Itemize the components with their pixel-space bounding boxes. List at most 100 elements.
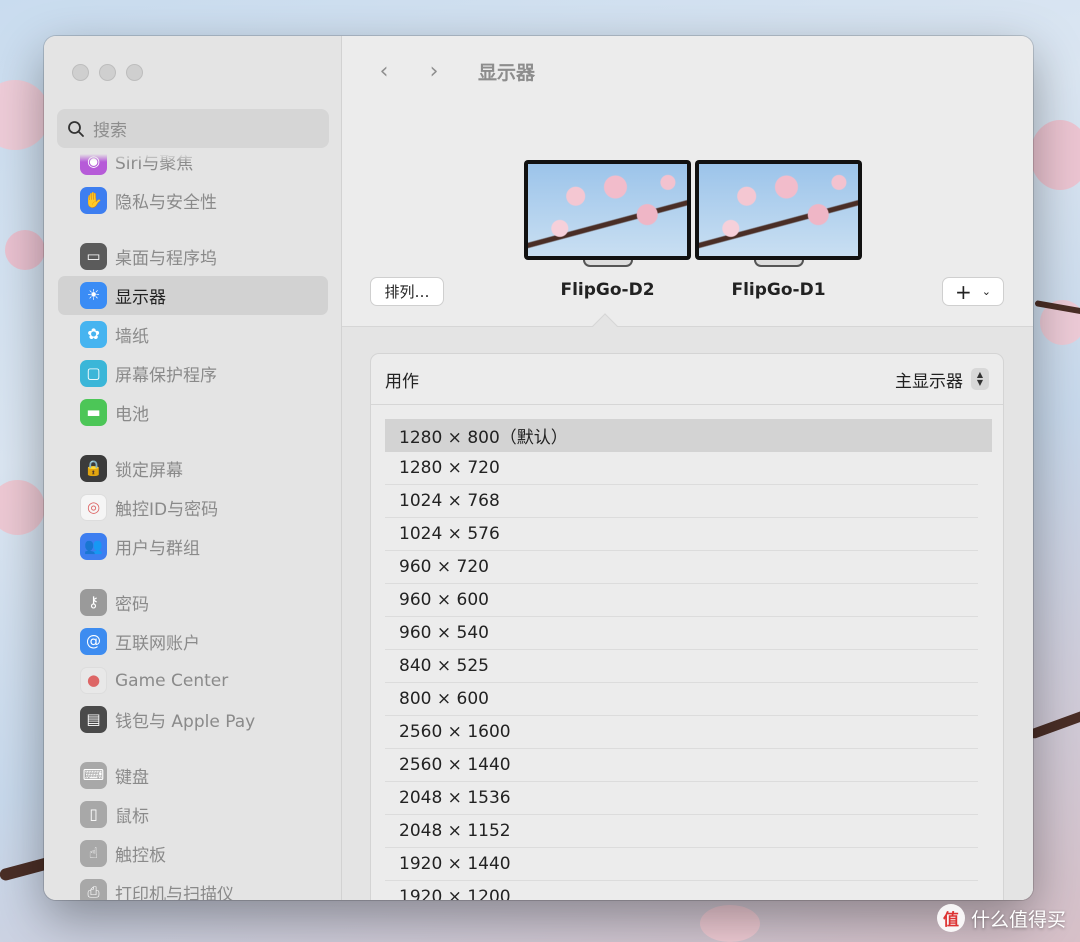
close-button[interactable]: [72, 64, 89, 81]
sidebar-item[interactable]: ✋ 隐私与安全性: [58, 181, 328, 220]
sidebar-item[interactable]: ▤ 钱包与 Apple Pay: [58, 700, 328, 739]
monitor-stand: [582, 260, 633, 267]
sidebar-item[interactable]: ✿ 墙纸: [58, 315, 328, 354]
resolution-option[interactable]: 1024 × 576: [385, 518, 978, 551]
resolution-option[interactable]: 960 × 540: [385, 617, 978, 650]
use-as-row: 用作 主显示器 ▲ ▼: [371, 354, 1003, 405]
sidebar-item[interactable]: 🔒 锁定屏幕: [58, 449, 328, 488]
sidebar-item-label: 用户与群组: [115, 539, 200, 559]
sidebar-item[interactable]: ⚷ 密码: [58, 583, 328, 622]
resolution-option[interactable]: 1024 × 768: [385, 485, 978, 518]
lock-icon: 🔒: [80, 455, 107, 482]
sidebar-item[interactable]: ☝ 触控板: [58, 834, 328, 873]
resolution-option[interactable]: 2048 × 1536: [385, 782, 978, 815]
monitor-screen: [524, 160, 691, 260]
sidebar-item[interactable]: @ 互联网账户: [58, 622, 328, 661]
use-as-value: 主显示器: [895, 371, 963, 392]
add-display-button[interactable]: + ⌄: [942, 277, 1004, 306]
sidebar-item-label: 触控板: [115, 846, 166, 866]
resolution-option[interactable]: 960 × 720: [385, 551, 978, 584]
sidebar-item-label: 鼠标: [115, 807, 149, 827]
monitor-d2[interactable]: [524, 160, 691, 267]
search-field[interactable]: 搜索: [57, 109, 329, 148]
sidebar-item[interactable]: ☀ 显示器: [58, 276, 328, 315]
sidebar-item[interactable]: ▬ 电池: [58, 393, 328, 432]
sidebar-item-label: 墙纸: [115, 327, 149, 347]
monitor-screen: [695, 160, 862, 260]
nav-bar: ‹ › 显示器: [372, 58, 535, 85]
resolution-option[interactable]: 800 × 600: [385, 683, 978, 716]
main-pane: ‹ › 显示器 排列… FlipGo-D2 FlipGo-D1 + ⌄ 用作 主…: [342, 36, 1033, 900]
monitor-d1[interactable]: [695, 160, 862, 267]
sidebar-item-label: 隐私与安全性: [115, 193, 217, 213]
screensaver-icon: ▢: [80, 360, 107, 387]
sidebar-item-label: 密码: [115, 595, 149, 615]
fingerprint-icon: ◎: [80, 494, 107, 521]
monitor-d2-label: FlipGo-D2: [560, 280, 655, 300]
game-center-icon: ●: [80, 667, 107, 694]
monitor-stand: [753, 260, 804, 267]
sidebar-item[interactable]: ▢ 屏幕保护程序: [58, 354, 328, 393]
minimize-button[interactable]: [99, 64, 116, 81]
watermark-text: 什么值得买: [970, 908, 1066, 931]
sidebar-item-label: 电池: [115, 405, 149, 425]
wallet-icon: ▤: [80, 706, 107, 733]
chevron-down-icon: ⌄: [981, 285, 991, 298]
hand-icon: ✋: [80, 187, 107, 214]
keyboard-icon: ⌨: [80, 762, 107, 789]
sun-icon: ☀: [80, 282, 107, 309]
sidebar-item[interactable]: ⌨ 键盘: [58, 756, 328, 795]
sidebar-item[interactable]: ◎ 触控ID与密码: [58, 488, 328, 527]
zoom-button[interactable]: [126, 64, 143, 81]
sidebar-item-label: 键盘: [115, 768, 149, 788]
sidebar-item[interactable]: 👥 用户与群组: [58, 527, 328, 566]
sidebar: 搜索 ◉ Siri与聚焦 ✋ 隐私与安全性 ▭ 桌面与程序坞 ☀ 显示器 ✿ 墙纸 ▢ 屏幕保护程序 ▬…: [44, 36, 342, 900]
monitor-d1-label: FlipGo-D1: [731, 280, 826, 300]
back-button[interactable]: ‹: [372, 59, 396, 84]
sidebar-item-label: 锁定屏幕: [115, 461, 183, 481]
resolution-option[interactable]: 2048 × 1152: [385, 815, 978, 848]
resolution-option[interactable]: 1280 × 720: [385, 452, 978, 485]
sidebar-item-label: 触控ID与密码: [115, 500, 219, 520]
battery-icon: ▬: [80, 399, 107, 426]
wallpaper-thumbnail: [699, 164, 858, 256]
watermark: 值 什么值得买: [936, 904, 1066, 932]
sidebar-item-label: Game Center: [115, 670, 229, 691]
resolution-option[interactable]: 1920 × 1200: [385, 881, 978, 900]
key-icon: ⚷: [80, 589, 107, 616]
sidebar-item[interactable]: ● Game Center: [58, 661, 328, 700]
resolution-option[interactable]: 1920 × 1440: [385, 848, 978, 881]
at-icon: @: [80, 628, 107, 655]
dock-icon: ▭: [80, 243, 107, 270]
sidebar-item[interactable]: ▭ 桌面与程序坞: [58, 237, 328, 276]
sidebar-item-label: 桌面与程序坞: [115, 249, 217, 269]
sidebar-item-label: 显示器: [115, 288, 166, 308]
sidebar-item[interactable]: ▯ 鼠标: [58, 795, 328, 834]
wallpaper-thumbnail: [528, 164, 687, 256]
sidebar-item[interactable]: ⎙ 打印机与扫描仪: [58, 873, 328, 900]
printer-icon: ⎙: [80, 879, 107, 900]
use-as-label: 用作: [385, 371, 419, 392]
plus-icon: +: [955, 279, 972, 304]
arrange-button[interactable]: 排列…: [370, 277, 444, 306]
sidebar-item-label: 互联网账户: [115, 634, 200, 654]
trackpad-icon: ☝: [80, 840, 107, 867]
page-title: 显示器: [478, 62, 536, 84]
sidebar-item-label: 钱包与 Apple Pay: [115, 712, 256, 732]
resolution-option[interactable]: 2560 × 1600: [385, 716, 978, 749]
resolution-option[interactable]: 840 × 525: [385, 650, 978, 683]
sidebar-item-label: 屏幕保护程序: [115, 366, 217, 386]
use-as-popup[interactable]: 主显示器 ▲ ▼: [895, 367, 989, 392]
sidebar-fade: [44, 154, 341, 162]
resolution-option[interactable]: 1280 × 800（默认）: [385, 419, 992, 452]
search-icon: [68, 120, 84, 137]
resolution-option[interactable]: 2560 × 1440: [385, 749, 978, 782]
sidebar-item-label: 打印机与扫描仪: [115, 885, 234, 900]
flower-icon: ✿: [80, 321, 107, 348]
forward-button[interactable]: ›: [422, 59, 446, 84]
resolution-option[interactable]: 960 × 600: [385, 584, 978, 617]
